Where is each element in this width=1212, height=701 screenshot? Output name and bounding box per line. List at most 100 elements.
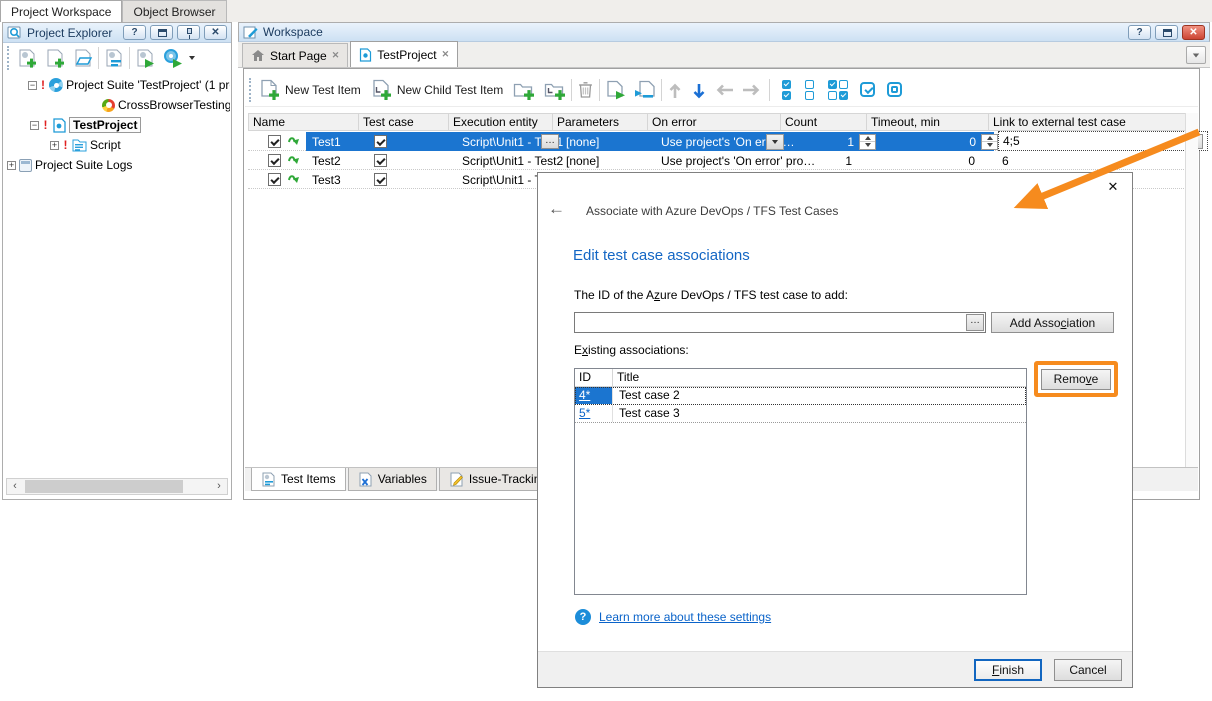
name-cell[interactable]: Test1 [308, 132, 364, 151]
invert-checks-button[interactable] [828, 80, 848, 100]
vertical-scrollbar[interactable] [1185, 113, 1198, 467]
test-case-id-link[interactable]: 4* [579, 388, 590, 402]
on-error-cell[interactable]: Use project's 'On error'… [657, 132, 765, 151]
scrollbar-thumb[interactable] [25, 480, 183, 493]
expand-icon[interactable]: + [7, 161, 16, 170]
column-header-link[interactable]: Link to external test case [989, 114, 1185, 130]
uncheck-all-button[interactable] [805, 80, 814, 100]
close-tab-icon[interactable]: ✕ [332, 50, 340, 61]
column-header-count[interactable]: Count [781, 114, 867, 130]
spin-down-icon[interactable] [860, 142, 875, 149]
remove-button[interactable]: Remove [1041, 369, 1111, 390]
title-cell[interactable]: Test case 3 [613, 405, 1026, 422]
help-button[interactable]: ? [1128, 25, 1151, 40]
tab-variables[interactable]: Variables [348, 468, 437, 491]
timeout-cell[interactable]: 0 [903, 132, 980, 151]
move-left-button[interactable] [715, 82, 731, 98]
restore-button[interactable] [150, 25, 173, 40]
collapse-icon[interactable]: − [28, 81, 37, 90]
expand-icon[interactable]: + [50, 141, 59, 150]
enabled-checkbox[interactable] [268, 135, 281, 148]
spin-up-icon[interactable] [860, 135, 875, 143]
dialog-close-icon[interactable]: ✕ [1104, 178, 1122, 196]
enabled-checkbox[interactable] [268, 154, 281, 167]
new-test-item-button[interactable]: New Test Item [259, 79, 361, 100]
link-to-external-test-case-editor[interactable]: 4;5 [998, 131, 1208, 151]
on-error-cell[interactable]: Use project's 'On error' pro… [657, 151, 790, 170]
test-case-checkbox[interactable] [374, 154, 387, 167]
tree-item-crossbrowsertesting[interactable]: CrossBrowserTesting [4, 95, 230, 115]
parameters-cell[interactable]: [none] [562, 151, 657, 170]
spin-up-icon[interactable] [982, 135, 997, 143]
on-error-dropdown-button[interactable] [766, 134, 784, 150]
close-tab-icon[interactable]: ✕ [442, 49, 450, 60]
tree-item-testproject[interactable]: − ! TestProject [4, 115, 230, 135]
run-focused-button[interactable] [634, 80, 656, 100]
timeout-cell[interactable]: 0 [876, 151, 979, 170]
add-new-item-button[interactable] [45, 48, 65, 68]
uncheck-selected-button[interactable] [887, 82, 902, 97]
help-button[interactable]: ? [123, 25, 146, 40]
scroll-right-icon[interactable]: › [211, 479, 227, 494]
column-header-execution-entity[interactable]: Execution entity [449, 114, 553, 130]
test-case-checkbox[interactable] [374, 135, 387, 148]
ellipsis-button[interactable]: … [541, 134, 559, 149]
column-header-parameters[interactable]: Parameters [553, 114, 648, 130]
column-header-test-case[interactable]: Test case [359, 114, 449, 130]
link-cell[interactable]: 6 [998, 151, 1058, 170]
tab-testproject[interactable]: TestProject ✕ [350, 41, 458, 67]
test-case-id-link[interactable]: 5* [579, 406, 590, 420]
column-header-timeout[interactable]: Timeout, min [867, 114, 989, 130]
timeout-spinner[interactable] [981, 134, 998, 150]
new-child-group-button[interactable] [544, 80, 566, 100]
parameters-cell[interactable]: [none] [562, 132, 657, 151]
run-selected-button[interactable] [605, 80, 626, 100]
add-association-button[interactable]: Add Association [991, 312, 1114, 333]
tree-item-script[interactable]: + ! Script [4, 135, 230, 155]
run-project-button[interactable] [135, 48, 155, 68]
finish-button[interactable]: Finish [974, 659, 1042, 681]
delete-button[interactable] [577, 80, 594, 99]
execution-entity-cell[interactable]: Script\Unit1 - Test2 [458, 151, 558, 170]
association-row[interactable]: 5* Test case 3 [575, 405, 1026, 423]
column-header-name[interactable]: Name [249, 114, 359, 130]
tab-test-items[interactable]: Test Items [251, 468, 346, 491]
tree-item-project-suite-logs[interactable]: + Project Suite Logs [4, 155, 230, 175]
pin-button[interactable] [177, 25, 200, 40]
id-cell[interactable]: 4* [575, 387, 613, 404]
scroll-left-icon[interactable]: ‹ [7, 479, 23, 494]
test-item-row[interactable]: Test2 Script\Unit1 - Test2 [none] Use pr… [248, 151, 1186, 170]
organize-test-items-button[interactable] [104, 48, 124, 68]
learn-more-link[interactable]: Learn more about these settings [599, 610, 771, 624]
test-case-id-input[interactable]: … [574, 312, 986, 333]
column-header-id[interactable]: ID [575, 369, 613, 386]
new-group-button[interactable] [513, 80, 535, 100]
browse-ellipsis-button[interactable]: … [966, 314, 984, 331]
test-case-checkbox[interactable] [374, 173, 387, 186]
back-arrow-icon[interactable]: ← [548, 199, 565, 219]
add-new-project-suite-button[interactable] [17, 48, 37, 68]
column-header-title[interactable]: Title [613, 369, 1026, 386]
add-existing-item-button[interactable] [73, 48, 93, 68]
count-cell[interactable]: 1 [790, 151, 856, 170]
test-item-row[interactable]: Test1 Script\Unit1 - Test1 … [none] Use … [248, 132, 1186, 151]
horizontal-scrollbar[interactable]: ‹ › [6, 478, 228, 495]
name-cell[interactable]: Test2 [308, 151, 364, 170]
move-up-button[interactable] [667, 82, 683, 98]
close-button[interactable]: ✕ [1182, 25, 1205, 40]
execution-entity-cell[interactable]: Script\Unit1 - Test1 [458, 132, 540, 151]
tab-project-workspace[interactable]: Project Workspace [0, 0, 122, 22]
move-right-button[interactable] [741, 82, 757, 98]
count-spinner[interactable] [859, 134, 876, 150]
count-cell[interactable]: 1 [808, 132, 858, 151]
check-all-button[interactable] [782, 80, 791, 100]
close-button[interactable]: ✕ [204, 25, 227, 40]
tab-list-dropdown-button[interactable] [1186, 46, 1206, 64]
enabled-checkbox[interactable] [268, 173, 281, 186]
check-selected-button[interactable] [860, 82, 875, 97]
spin-down-icon[interactable] [982, 142, 997, 149]
tree-item-project-suite[interactable]: − ! Project Suite 'TestProject' (1 proje… [4, 75, 230, 95]
tab-object-browser[interactable]: Object Browser [122, 0, 226, 22]
tab-start-page[interactable]: Start Page ✕ [242, 43, 348, 67]
association-row[interactable]: 4* Test case 2 [575, 387, 1026, 405]
